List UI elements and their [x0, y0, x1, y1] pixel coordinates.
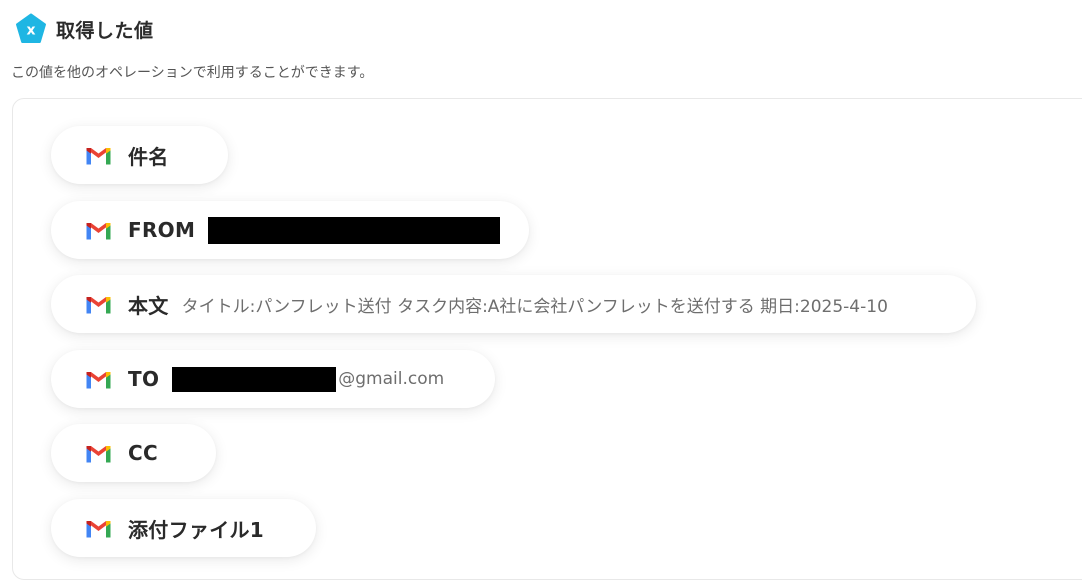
- chip-label: 件名: [128, 144, 169, 169]
- gmail-icon: [86, 222, 111, 239]
- yoom-x-icon: x: [16, 13, 46, 43]
- gmail-icon: [86, 296, 111, 313]
- chip-label: FROM: [128, 218, 196, 242]
- section-title: 取得した値: [56, 19, 154, 42]
- redacted-email: [208, 216, 501, 244]
- gmail-icon: [86, 445, 111, 462]
- gmail-icon: [86, 520, 111, 537]
- section-description: この値を他のオペレーションで利用することができます。: [11, 65, 374, 81]
- output-chip-body[interactable]: 本文 タイトル:パンフレット送付 タスク内容:A社に会社パンフレットを送付する …: [51, 275, 976, 333]
- gmail-icon: [86, 147, 111, 164]
- output-chip-attachment[interactable]: 添付ファイル1: [51, 499, 316, 557]
- chip-label: TO: [128, 367, 160, 391]
- chip-label: CC: [128, 441, 158, 465]
- chip-label: 添付ファイル1: [128, 517, 265, 542]
- chip-value: タイトル:パンフレット送付 タスク内容:A社に会社パンフレットを送付する 期日:…: [181, 296, 888, 317]
- gmail-icon: [86, 371, 111, 388]
- chip-label: 本文: [128, 293, 169, 318]
- output-chip-cc[interactable]: CC: [51, 424, 216, 482]
- output-chip-to[interactable]: TO @gmail.com: [51, 350, 495, 408]
- section-header: x 取得した値: [15, 13, 154, 45]
- output-chip-from[interactable]: FROM: [51, 201, 529, 259]
- badge-letter: x: [26, 23, 35, 39]
- chip-value: @gmail.com: [338, 369, 445, 389]
- output-chip-subject[interactable]: 件名: [51, 126, 228, 184]
- redacted-email: [172, 366, 337, 392]
